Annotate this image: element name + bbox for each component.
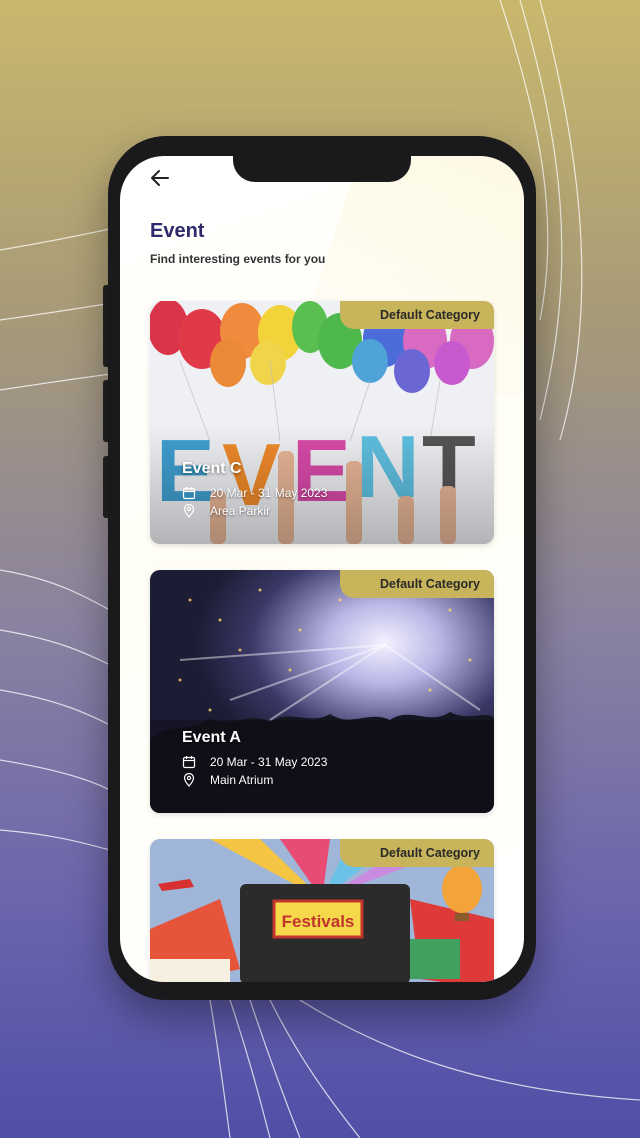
event-name: Event A bbox=[182, 729, 241, 746]
event-info: Event A 20 Mar - 31 May 2023 Main Atrium bbox=[182, 729, 327, 787]
app-screen: Event Find interesting events for you De… bbox=[120, 156, 524, 982]
event-card[interactable]: E V E N T Default Category bbox=[150, 301, 494, 544]
event-location: Area Parkir bbox=[210, 504, 271, 518]
location-pin-icon bbox=[183, 773, 195, 787]
event-card[interactable]: Festivals Default Category bbox=[150, 839, 494, 982]
event-location-row: Main Atrium bbox=[182, 773, 327, 787]
event-dates: 20 Mar - 31 May 2023 bbox=[210, 486, 328, 500]
category-badge: Default Category bbox=[339, 839, 494, 867]
event-dates: 20 Mar - 31 May 2023 bbox=[210, 755, 328, 769]
event-location-row: Area Parkir bbox=[182, 504, 327, 518]
event-card[interactable]: Default Category Event A 20 Mar - 31 May… bbox=[150, 570, 494, 813]
back-arrow-icon[interactable] bbox=[146, 164, 174, 192]
phone-notch bbox=[233, 146, 411, 182]
page-title: Event bbox=[150, 220, 205, 242]
event-name: Event C bbox=[182, 460, 242, 477]
category-badge: Default Category bbox=[339, 570, 494, 598]
category-badge: Default Category bbox=[339, 301, 494, 329]
event-dates-row: 20 Mar - 31 May 2023 bbox=[182, 755, 327, 769]
calendar-icon bbox=[182, 487, 196, 500]
festival-sign-text: Festivals bbox=[282, 912, 355, 931]
event-dates-row: 20 Mar - 31 May 2023 bbox=[182, 486, 327, 500]
calendar-icon bbox=[182, 756, 196, 769]
location-pin-icon bbox=[183, 504, 195, 518]
page-subtitle: Find interesting events for you bbox=[150, 252, 326, 266]
event-info: Event C 20 Mar - 31 May 2023 Area Parkir bbox=[182, 460, 327, 518]
event-location: Main Atrium bbox=[210, 773, 274, 787]
